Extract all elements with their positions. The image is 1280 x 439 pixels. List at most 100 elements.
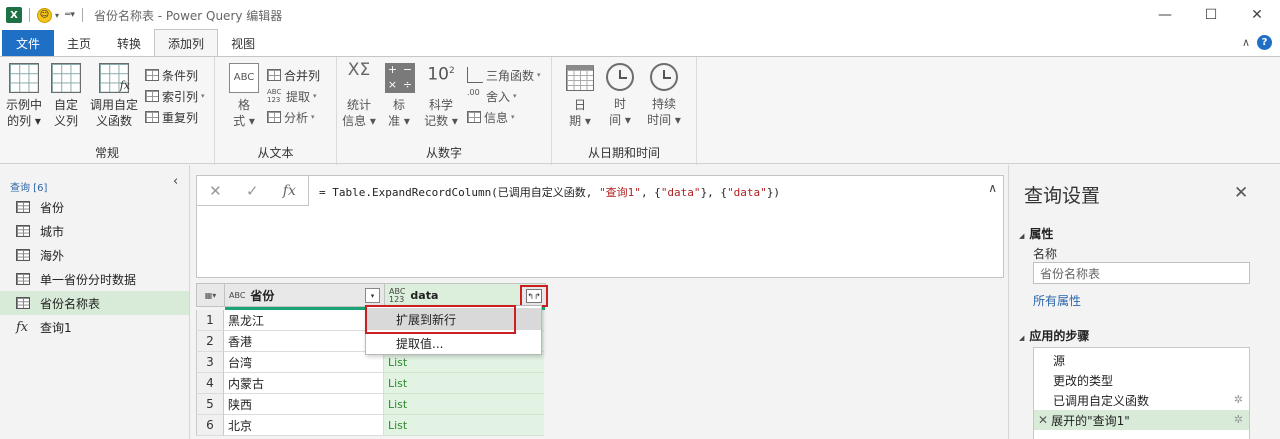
table-icon — [16, 201, 30, 213]
collapse-formula-icon[interactable]: ∧ — [988, 181, 997, 195]
query-item-province-names[interactable]: 省份名称表 — [0, 291, 189, 315]
quick-access-dropdown-icon[interactable]: ═▾ — [65, 10, 75, 20]
expand-arrows-icon: ↰↱ — [526, 289, 542, 303]
conditional-column-icon — [145, 69, 159, 81]
close-settings-icon[interactable]: ✕ — [1234, 183, 1248, 203]
date-button[interactable]: 日 期 ▾ — [562, 63, 598, 129]
close-window-button[interactable]: ✕ — [1234, 0, 1280, 30]
query-name-input[interactable]: 省份名称表 — [1033, 262, 1250, 284]
duration-button[interactable]: 持续 时间 ▾ — [644, 63, 684, 128]
standard-button[interactable]: + − × ÷ 标 准 ▾ — [385, 63, 415, 129]
format-abc-icon: ABC — [229, 63, 259, 93]
formula-text[interactable]: = Table.ExpandRecordColumn(已调用自定义函数, "查询… — [319, 184, 780, 200]
expand-column-button[interactable]: ↰↱ — [520, 285, 548, 307]
custom-column-button[interactable]: 自定 义列 — [50, 63, 82, 129]
tab-add-column[interactable]: 添加列 — [154, 29, 219, 56]
group-label-from-number: 从数字 — [425, 146, 462, 160]
window-title: 省份名称表 - Power Query 编辑器 — [93, 8, 283, 23]
step-invoked-custom-function[interactable]: 已调用自定义函数 ✲ — [1034, 390, 1249, 410]
statistics-button[interactable]: XΣ 统计 信息 ▾ — [341, 62, 377, 129]
column-header-province[interactable]: ABC 省份 ▾ — [225, 284, 385, 307]
table-icon — [16, 225, 30, 237]
table-row: 6 北京 List — [196, 415, 546, 436]
function-icon: fx — [16, 319, 29, 335]
rounding-icon: .00 — [467, 88, 480, 97]
smiley-feedback-icon[interactable]: ☺ — [37, 7, 52, 23]
ribbon-group-from-number: XΣ 统计 信息 ▾ + − × ÷ 标 准 ▾ 102 科学 记数 ▾ 三角函数 ▾ … — [337, 57, 552, 165]
column-from-examples-button[interactable]: 示例中 的列 ▾ — [4, 63, 44, 129]
maximize-button[interactable]: ☐ — [1188, 0, 1234, 30]
duplicate-column-button[interactable]: 重复列 — [145, 107, 198, 127]
group-label-from-text: 从文本 — [257, 146, 294, 160]
format-button[interactable]: ABC 格 式 ▾ — [227, 63, 261, 129]
applied-steps-list: 源 更改的类型 已调用自定义函数 ✲ ✕ 展开的"查询1" ✲ — [1033, 347, 1250, 439]
title-bar: X ☺ ▾ ═▾ 省份名称表 - Power Query 编辑器 — ☐ ✕ — [0, 0, 1280, 30]
menu-highlight-annotation — [365, 305, 516, 334]
text-type-icon[interactable]: ABC — [229, 291, 245, 300]
table-menu-icon[interactable]: ▦▾ — [197, 284, 225, 307]
trigonometry-button[interactable]: 三角函数 ▾ — [467, 65, 541, 85]
time-button[interactable]: 时 间 ▾ — [604, 63, 636, 128]
step-source[interactable]: 源 — [1034, 350, 1249, 370]
step-settings-gear-icon[interactable]: ✲ — [1234, 393, 1243, 406]
query-item-overseas[interactable]: 海外 — [0, 243, 189, 267]
query-item-cities[interactable]: 城市 — [0, 219, 189, 243]
smiley-dropdown-icon[interactable]: ▾ — [55, 11, 59, 20]
title-separator — [29, 8, 30, 22]
title-separator-2 — [81, 8, 83, 22]
confirm-formula-icon[interactable]: ✓ — [246, 182, 259, 200]
help-icon[interactable]: ? — [1257, 35, 1272, 50]
insert-function-icon[interactable]: fx — [283, 183, 296, 199]
ribbon-collapse-icon[interactable]: ∧ — [1242, 36, 1250, 49]
duplicate-column-icon — [145, 111, 159, 123]
formula-bar[interactable]: ✕ ✓ fx = Table.ExpandRecordColumn(已调用自定义… — [196, 175, 1004, 278]
merge-columns-button[interactable]: 合并列 — [267, 65, 320, 85]
rounding-button[interactable]: .00 舍入 ▾ — [467, 86, 517, 106]
formula-buttons: ✕ ✓ fx — [197, 176, 309, 206]
query-settings-pane: 查询设置 ✕ ◢ 属性 名称 省份名称表 所有属性 ◢ 应用的步骤 源 更改的类型 … — [1008, 165, 1280, 439]
grid-header-row: ▦▾ ABC 省份 ▾ ABC 123 data — [196, 283, 546, 307]
window-controls: — ☐ ✕ — [1142, 0, 1280, 30]
minimize-button[interactable]: — — [1142, 0, 1188, 30]
information-icon — [467, 111, 481, 123]
conditional-column-button[interactable]: 条件列 — [145, 65, 198, 85]
cancel-formula-icon[interactable]: ✕ — [209, 182, 222, 200]
collapse-triangle-icon: ◢ — [1019, 232, 1025, 240]
tab-home[interactable]: 主页 — [54, 30, 104, 56]
trigonometry-icon — [467, 67, 483, 83]
query-item-single-province-timeseries[interactable]: 单一省份分时数据 — [0, 267, 189, 291]
tab-view[interactable]: 视图 — [218, 30, 268, 56]
all-properties-link[interactable]: 所有属性 — [1033, 292, 1081, 309]
parse-icon — [267, 111, 281, 123]
step-changed-type[interactable]: 更改的类型 — [1034, 370, 1249, 390]
query-item-query1[interactable]: fx 查询1 — [0, 315, 189, 339]
ribbon: 示例中 的列 ▾ 自定 义列 fx 调用自定 义函数 条件列 索引列 ▾ 重复列 … — [0, 56, 1280, 165]
table-icon — [16, 249, 30, 261]
collapse-queries-icon[interactable]: ‹ — [173, 174, 178, 189]
parse-button[interactable]: 分析 ▾ — [267, 107, 315, 127]
properties-section-header[interactable]: ◢ 属性 — [1019, 225, 1053, 242]
filter-dropdown-icon[interactable]: ▾ — [365, 288, 380, 303]
query-item-provinces[interactable]: 省份 — [0, 195, 189, 219]
column-from-examples-icon — [9, 63, 39, 93]
tab-file[interactable]: 文件 — [2, 30, 55, 56]
ribbon-group-from-datetime: 日 期 ▾ 时 间 ▾ 持续 时间 ▾ 从日期和时间 — [552, 57, 697, 165]
queries-pane: 查询 [6] ‹ 省份 城市 海外 单一省份分时数据 省份名称表 fx 查询1 — [0, 165, 190, 439]
name-label: 名称 — [1033, 247, 1058, 261]
step-expanded-query1[interactable]: ✕ 展开的"查询1" ✲ — [1034, 410, 1249, 430]
scientific-button[interactable]: 102 科学 记数 ▾ — [423, 63, 459, 129]
collapse-triangle-icon: ◢ — [1019, 334, 1025, 342]
extract-button[interactable]: ABC 123 提取 ▾ — [267, 86, 317, 106]
invoke-custom-function-button[interactable]: fx 调用自定 义函数 — [88, 63, 140, 129]
ribbon-group-from-text: ABC 格 式 ▾ 合并列 ABC 123 提取 ▾ 分析 ▾ 从文本 — [215, 57, 337, 165]
tab-transform[interactable]: 转换 — [104, 30, 154, 56]
applied-steps-section-header[interactable]: ◢ 应用的步骤 — [1019, 327, 1089, 344]
index-column-button[interactable]: 索引列 ▾ — [145, 86, 205, 106]
extract-abc-icon: ABC 123 — [267, 88, 282, 104]
delete-step-icon[interactable]: ✕ — [1038, 413, 1048, 427]
any-type-icon[interactable]: ABC 123 — [389, 287, 405, 304]
menu-item-extract-values[interactable]: 提取值... — [366, 332, 541, 354]
information-button[interactable]: 信息 ▾ — [467, 107, 515, 127]
merge-columns-icon — [267, 69, 281, 81]
step-settings-gear-icon[interactable]: ✲ — [1234, 413, 1243, 426]
